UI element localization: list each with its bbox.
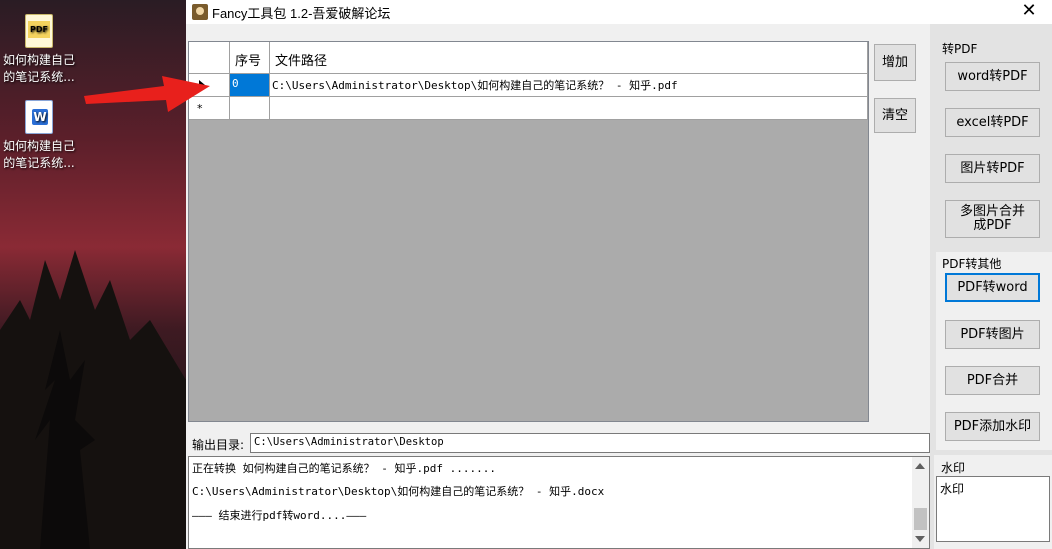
cell-num[interactable]: 0 xyxy=(230,74,270,97)
pdf-file-icon: PDF xyxy=(25,14,53,48)
to-pdf-label: 转PDF xyxy=(942,42,978,56)
log-scrollbar[interactable] xyxy=(912,457,929,548)
new-row[interactable]: * xyxy=(189,97,868,120)
clear-button[interactable]: 清空 xyxy=(874,98,916,133)
desktop-pdf-file[interactable]: PDF 如何构建自己 的笔记系统... xyxy=(0,14,78,86)
multi-image-label-1: 多图片合并 xyxy=(959,204,1025,219)
pdf-to-image-button[interactable]: PDF转图片 xyxy=(945,320,1040,349)
pdf-watermark-button[interactable]: PDF添加水印 xyxy=(945,412,1040,441)
log-line: C:\Users\Administrator\Desktop\如何构建自己的笔记… xyxy=(192,485,605,498)
pdf-to-word-button[interactable]: PDF转word xyxy=(945,273,1040,302)
desktop-file-label-2: 的笔记系统... xyxy=(3,70,75,84)
grid-header: 序号 文件路径 xyxy=(189,42,868,74)
window-title: Fancy工具包 1.2-吾爱破解论坛 xyxy=(212,6,391,21)
desktop-file-label: 如何构建自己 xyxy=(2,139,75,153)
log-line: 正在转换 如何构建自己的笔记系统？ - 知乎.pdf ....... xyxy=(192,462,496,475)
app-icon xyxy=(192,4,208,20)
column-header-num[interactable]: 序号 xyxy=(230,42,270,74)
watermark-label: 水印 xyxy=(941,461,966,475)
log-textbox[interactable]: 正在转换 如何构建自己的笔记系统？ - 知乎.pdf ....... C:\Us… xyxy=(188,456,930,549)
desktop-file-label-2: 的笔记系统... xyxy=(3,156,75,170)
title-bar: Fancy工具包 1.2-吾爱破解论坛 ✕ xyxy=(186,0,1052,24)
scroll-thumb[interactable] xyxy=(914,508,927,530)
multi-image-to-pdf-button[interactable]: 多图片合并 成PDF xyxy=(945,200,1040,238)
desktop-file-label: 如何构建自己 xyxy=(2,53,75,67)
word-to-pdf-button[interactable]: word转PDF xyxy=(945,62,1040,91)
log-line: ——— 结束进行pdf转word....——— xyxy=(192,509,367,522)
image-to-pdf-button[interactable]: 图片转PDF xyxy=(945,154,1040,183)
output-dir-field[interactable]: C:\Users\Administrator\Desktop xyxy=(250,433,930,453)
pdf-to-other-label: PDF转其他 xyxy=(942,257,1002,271)
scroll-down-icon[interactable] xyxy=(915,536,925,542)
close-button[interactable]: ✕ xyxy=(1014,1,1044,23)
scroll-up-icon[interactable] xyxy=(915,463,925,469)
pdf-merge-button[interactable]: PDF合并 xyxy=(945,366,1040,395)
excel-to-pdf-button[interactable]: excel转PDF xyxy=(945,108,1040,137)
word-file-icon: W xyxy=(25,100,53,134)
app-window: Fancy工具包 1.2-吾爱破解论坛 ✕ 序号 文件路径 0 C:\Users… xyxy=(186,0,1052,549)
cell-path[interactable]: C:\Users\Administrator\Desktop\如何构建自己的笔记… xyxy=(270,74,868,97)
new-cell-num[interactable] xyxy=(230,97,270,120)
add-button[interactable]: 增加 xyxy=(874,44,916,81)
new-cell-path[interactable] xyxy=(270,97,868,120)
desktop-word-file[interactable]: W 如何构建自己 的笔记系统... xyxy=(0,100,78,172)
table-row[interactable]: 0 C:\Users\Administrator\Desktop\如何构建自己的… xyxy=(189,74,868,97)
column-header-path[interactable]: 文件路径 xyxy=(270,42,868,74)
file-grid[interactable]: 序号 文件路径 0 C:\Users\Administrator\Desktop… xyxy=(188,41,869,422)
annotation-arrow-icon xyxy=(84,76,210,112)
watermark-textbox[interactable]: 水印 xyxy=(936,476,1050,542)
output-dir-label: 输出目录: xyxy=(192,438,245,452)
multi-image-label-2: 成PDF xyxy=(973,218,1012,233)
